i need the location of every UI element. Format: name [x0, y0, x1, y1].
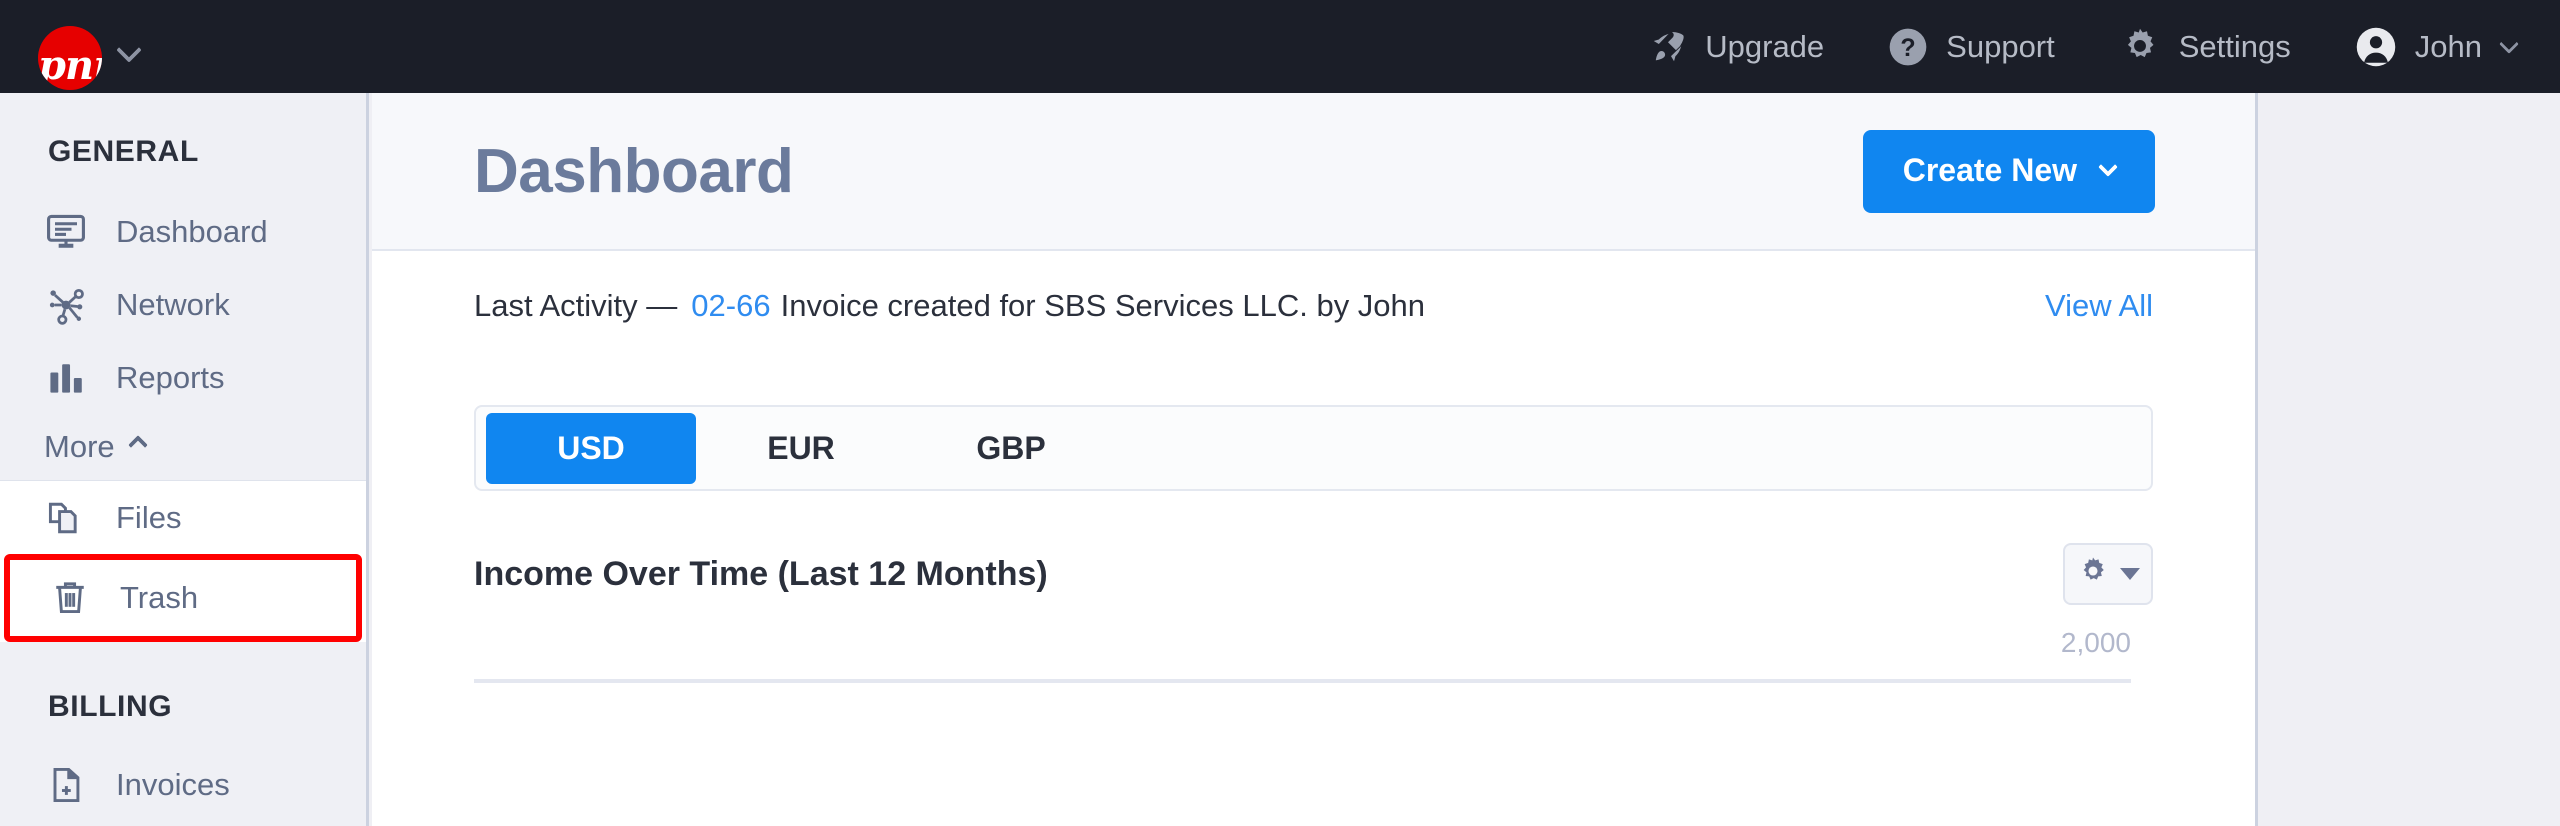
network-nodes-icon — [44, 283, 92, 327]
activity-prefix: Last Activity — — [474, 288, 677, 324]
chart-settings-button[interactable] — [2063, 543, 2153, 605]
monitor-icon — [44, 210, 92, 254]
topnav-item-support[interactable]: ? Support — [1888, 27, 2055, 67]
rocket-icon — [1649, 28, 1687, 66]
activity-id-link[interactable]: 02-66 — [691, 288, 770, 324]
topnav-label-user: John — [2415, 31, 2482, 62]
pnp-logo-icon: pnp — [38, 26, 102, 90]
create-new-label: Create New — [1903, 152, 2077, 189]
sidebar-label-trash: Trash — [120, 580, 198, 616]
sidebar-item-dashboard[interactable]: Dashboard — [0, 195, 366, 268]
topnav-item-upgrade[interactable]: Upgrade — [1649, 28, 1824, 66]
sidebar-more-toggle[interactable]: More — [0, 414, 366, 480]
caret-down-icon — [2120, 568, 2140, 580]
topnav-label-support: Support — [1946, 31, 2055, 62]
brand-logo-menu[interactable]: pnp — [38, 0, 138, 93]
chevron-down-icon[interactable] — [116, 37, 141, 62]
sidebar-item-trash[interactable]: Trash — [10, 560, 356, 636]
chevron-up-icon — [128, 435, 148, 455]
sidebar-label-more: More — [44, 429, 115, 465]
sidebar: GENERAL Dashboard — [0, 93, 369, 826]
last-activity-row: Last Activity — 02-66 Invoice created fo… — [372, 251, 2255, 361]
sidebar-item-trash-highlight: Trash — [4, 554, 362, 642]
sidebar-item-reports[interactable]: Reports — [0, 341, 366, 414]
currency-tab-group: USD EUR GBP — [474, 405, 2153, 491]
chart-title: Income Over Time (Last 12 Months) — [474, 555, 1048, 594]
main-content-panel: Dashboard Create New Last Activity — 02-… — [372, 93, 2258, 826]
topnav-label-settings: Settings — [2179, 31, 2291, 62]
chevron-down-icon — [2098, 157, 2118, 177]
files-icon — [44, 496, 92, 540]
sidebar-section-general: GENERAL — [0, 93, 366, 169]
currency-tab-usd[interactable]: USD — [486, 413, 696, 484]
sidebar-label-invoices: Invoices — [116, 767, 230, 803]
create-new-button[interactable]: Create New — [1863, 130, 2155, 213]
logo-wordmark: pnp — [38, 46, 102, 86]
view-all-link[interactable]: View All — [2045, 288, 2153, 324]
sidebar-more-group: Files Trash — [0, 480, 366, 642]
sidebar-label-files: Files — [116, 500, 181, 536]
invoice-add-icon — [44, 763, 92, 807]
sidebar-section-billing: BILLING — [0, 642, 366, 724]
sidebar-label-reports: Reports — [116, 360, 225, 396]
top-nav-items: Upgrade ? Support Settings — [1585, 0, 2516, 93]
gear-icon — [2076, 555, 2110, 594]
bar-chart-icon — [44, 356, 92, 400]
topnav-label-upgrade: Upgrade — [1705, 31, 1824, 62]
sidebar-item-invoices[interactable]: Invoices — [0, 748, 366, 821]
sidebar-item-network[interactable]: Network — [0, 268, 366, 341]
currency-tab-eur[interactable]: EUR — [696, 413, 906, 484]
gear-icon — [2119, 26, 2161, 68]
page-header: Dashboard Create New — [372, 93, 2255, 251]
chart-y-tick-label: 2,000 — [2061, 627, 2131, 659]
page-title: Dashboard — [474, 136, 793, 207]
trash-icon — [48, 576, 96, 620]
chart-plot-area: 2,000 — [474, 609, 2153, 759]
chart-gridline — [474, 679, 2131, 683]
user-avatar-icon — [2355, 26, 2397, 68]
svg-text:?: ? — [1901, 34, 1916, 62]
activity-text: Invoice created for SBS Services LLC. by… — [781, 288, 1425, 324]
sidebar-label-network: Network — [116, 287, 230, 323]
currency-tab-gbp[interactable]: GBP — [906, 413, 1116, 484]
sidebar-item-files[interactable]: Files — [0, 481, 366, 554]
topnav-item-user[interactable]: John — [2355, 26, 2516, 68]
chart-header: Income Over Time (Last 12 Months) — [372, 539, 2255, 609]
topnav-item-settings[interactable]: Settings — [2119, 26, 2291, 68]
question-circle-icon: ? — [1888, 27, 1928, 67]
sidebar-label-dashboard: Dashboard — [116, 214, 268, 250]
chevron-down-icon[interactable] — [2499, 34, 2519, 54]
top-navigation-bar: pnp Upgrade ? Support — [0, 0, 2560, 93]
